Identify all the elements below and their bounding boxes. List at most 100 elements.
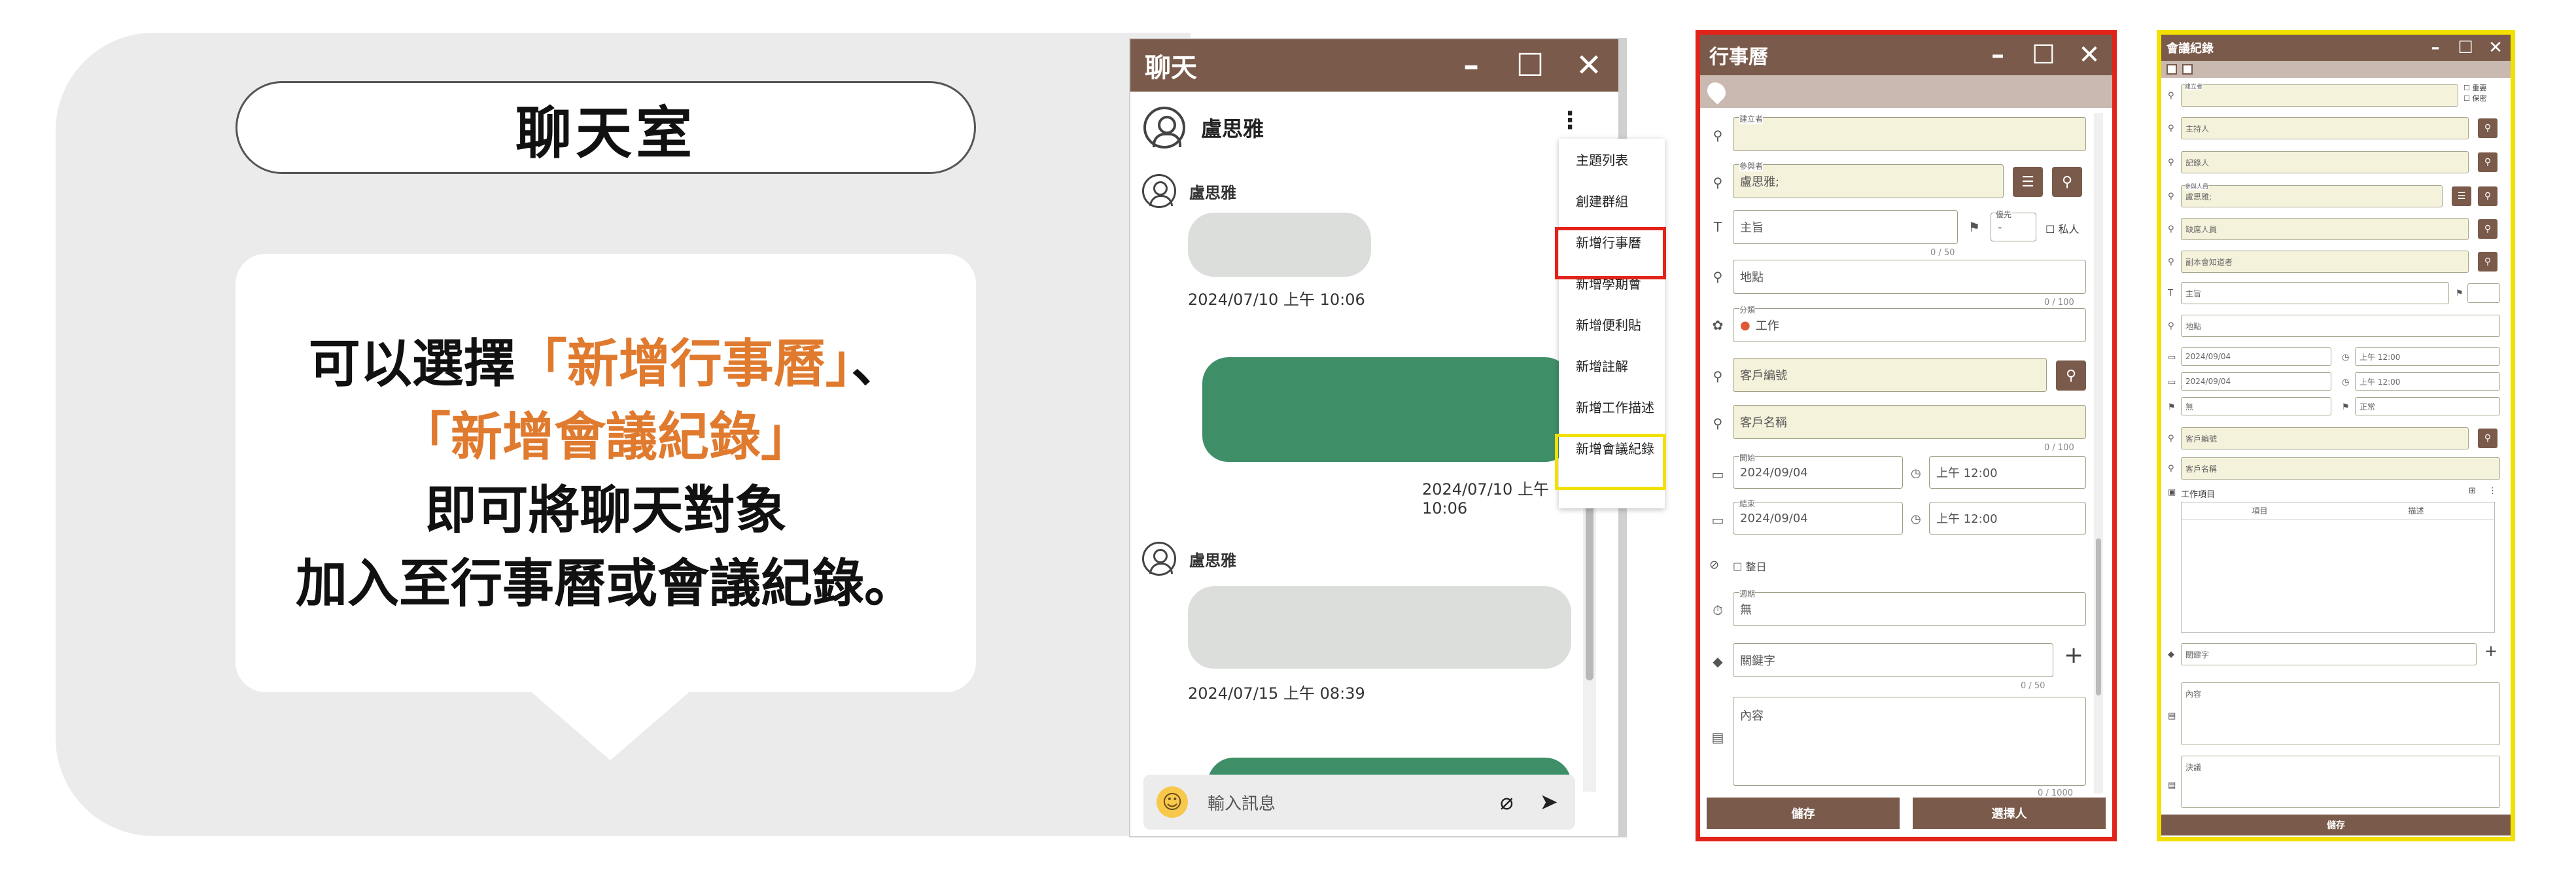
- subject-input[interactable]: 主旨: [2181, 282, 2449, 304]
- scrollbar-thumb[interactable]: [1586, 491, 1593, 680]
- maximize-button[interactable]: ☐: [1501, 47, 1559, 84]
- keyword-input[interactable]: 關鍵字: [2181, 643, 2477, 665]
- end-time-input[interactable]: 上午 12:00: [2355, 372, 2500, 391]
- location-input[interactable]: 地點: [2181, 315, 2500, 337]
- palette-icon: ✿: [1712, 317, 1724, 333]
- minimize-button[interactable]: –: [1975, 40, 2021, 70]
- calendar-icon: ▭: [2168, 378, 2176, 387]
- recorder-field[interactable]: 記錄人: [2181, 151, 2469, 173]
- private-label: 私人: [2058, 223, 2080, 236]
- subject-input[interactable]: 主旨: [1733, 210, 1958, 244]
- more-options-icon[interactable]: ⋮: [1558, 107, 1582, 134]
- host-add-button[interactable]: ⚲: [2478, 118, 2498, 138]
- organizer-field[interactable]: [1733, 117, 2086, 151]
- content-textarea[interactable]: 內容: [1733, 697, 2086, 786]
- resolution-icon: ▤: [2168, 781, 2176, 790]
- message-input-bar[interactable]: ☺ 輸入訊息 ⌀ ➤: [1143, 775, 1575, 830]
- menu-item-new-sticky-note[interactable]: 新增便利貼: [1559, 304, 1665, 345]
- close-button[interactable]: ✕: [1559, 47, 1618, 84]
- cc-field[interactable]: 副本會知道者: [2181, 251, 2469, 273]
- start-date-input[interactable]: 2024/09/04: [2181, 347, 2331, 366]
- more-options-icon[interactable]: ⋮: [2488, 486, 2497, 496]
- client-code-field[interactable]: 客戶編號: [1733, 358, 2047, 392]
- keyword-input[interactable]: 關鍵字: [1733, 643, 2053, 677]
- private-checkbox[interactable]: ☐ 私人: [2045, 220, 2079, 236]
- address-book-button[interactable]: ☰: [2452, 186, 2471, 206]
- organizer-field[interactable]: [2181, 84, 2458, 107]
- close-button[interactable]: ✕: [2066, 40, 2112, 70]
- menu-item-topics[interactable]: 主題列表: [1559, 139, 1665, 180]
- all-day-checkbox[interactable]: ☐ 整日: [1733, 558, 1766, 574]
- pin-icon[interactable]: [1703, 79, 1730, 105]
- location-input[interactable]: 地點: [1733, 260, 2086, 294]
- page: 聊天室 可以選擇「新增行事曆」、 「新增會議紀錄」 即可將聊天對象 加入至行事曆…: [0, 0, 2576, 878]
- calendar-scrollbar[interactable]: [2094, 113, 2103, 794]
- recorder-add-button[interactable]: ⚲: [2478, 152, 2498, 172]
- column-header-item: 項目: [2252, 506, 2268, 516]
- avatar: [1143, 107, 1185, 149]
- cc-add-button[interactable]: ⚲: [2478, 252, 2498, 272]
- participants-field[interactable]: 盧思雅;: [1733, 164, 2004, 198]
- attachment-icon[interactable]: ⌀: [1500, 789, 1513, 815]
- priority-select[interactable]: 正常: [2355, 397, 2500, 415]
- start-time-input[interactable]: 上午 12:00: [1929, 456, 2086, 489]
- client-search-button[interactable]: ⚲: [2056, 360, 2086, 391]
- end-date-input[interactable]: 2024/09/04: [2181, 372, 2331, 391]
- important-label: 重要: [2472, 84, 2487, 92]
- confidential-checkbox[interactable]: ☐ 保密: [2463, 94, 2486, 104]
- priority-mini-select[interactable]: [2467, 283, 2500, 303]
- resolution-textarea[interactable]: 決議: [2181, 756, 2500, 808]
- chat-window: 聊天 – ☐ ✕ 盧思雅 ⋮ 盧思雅 2024/07/10 上午 10:06 2…: [1129, 38, 1620, 837]
- minimize-button[interactable]: –: [1442, 47, 1501, 84]
- pin-icon[interactable]: [2182, 64, 2193, 75]
- location-icon: ⚲: [1713, 269, 1723, 285]
- scrollbar-thumb[interactable]: [2096, 538, 2101, 695]
- message-bubble[interactable]: [1188, 586, 1571, 669]
- add-keyword-icon[interactable]: +: [2064, 642, 2083, 669]
- add-person-button[interactable]: ⚲: [2478, 186, 2498, 206]
- select-people-button[interactable]: 選擇人: [1913, 798, 2106, 829]
- host-field[interactable]: 主持人: [2181, 117, 2469, 139]
- add-person-button[interactable]: ⚲: [2052, 167, 2082, 197]
- end-date-input[interactable]: 2024/09/04: [1733, 502, 1903, 535]
- work-items-label: 工作項目: [2181, 490, 2216, 500]
- content-counter: 0 / 1000: [2038, 788, 2073, 798]
- save-button[interactable]: 儲存: [1707, 798, 1900, 829]
- sender-name: 盧思雅: [1189, 183, 1236, 202]
- client-search-button[interactable]: ⚲: [2478, 429, 2498, 448]
- menu-item-new-work-description[interactable]: 新增工作描述: [1559, 386, 1665, 427]
- add-keyword-icon[interactable]: +: [2484, 642, 2498, 660]
- category-select[interactable]: ● 工作: [1733, 308, 2086, 342]
- absent-add-button[interactable]: ⚲: [2478, 219, 2498, 239]
- absent-field[interactable]: 缺席人員: [2181, 218, 2469, 240]
- close-button[interactable]: ✕: [2480, 38, 2511, 58]
- menu-item-new-note[interactable]: 新增註解: [1559, 345, 1665, 386]
- message-input[interactable]: 輸入訊息: [1208, 790, 1276, 815]
- save-button[interactable]: 儲存: [2161, 815, 2511, 835]
- content-icon: ▤: [2168, 711, 2176, 721]
- address-book-button[interactable]: ☰: [2013, 167, 2043, 197]
- send-icon[interactable]: ➤: [1540, 789, 1559, 815]
- message-bubble[interactable]: [1188, 213, 1371, 277]
- emoji-icon[interactable]: ☺: [1157, 786, 1188, 818]
- export-icon[interactable]: [2167, 64, 2177, 75]
- add-item-icon[interactable]: ⊞: [2469, 486, 2476, 496]
- client-code-field[interactable]: 客戶編號: [2181, 427, 2469, 449]
- repeat-select[interactable]: 無: [1733, 592, 2086, 626]
- minimize-button[interactable]: –: [2420, 38, 2450, 58]
- message-bubble-own[interactable]: [1202, 357, 1571, 462]
- client-name-field[interactable]: 客戶名稱: [1733, 405, 2086, 439]
- important-checkbox[interactable]: ☐ 重要: [2463, 83, 2486, 94]
- content-textarea[interactable]: 內容: [2181, 682, 2500, 745]
- message-timestamp: 2024/07/15 上午 08:39: [1188, 684, 1365, 703]
- client-name-field[interactable]: 客戶名稱: [2181, 457, 2500, 480]
- start-time-input[interactable]: 上午 12:00: [2355, 347, 2500, 366]
- start-date-input[interactable]: 2024/09/04: [1733, 456, 1903, 489]
- repeat-select[interactable]: 無: [2181, 397, 2331, 415]
- maximize-button[interactable]: ☐: [2021, 40, 2066, 70]
- menu-item-create-group[interactable]: 創建群組: [1559, 180, 1665, 221]
- calendar-highlight-frame: 行事曆 – ☐ ✕ ⚲ 建立者 ⚲ 盧思雅; 參與者 ☰ ⚲ T 主旨 0 / …: [1696, 30, 2117, 841]
- end-time-input[interactable]: 上午 12:00: [1929, 502, 2086, 535]
- maximize-button[interactable]: ☐: [2450, 38, 2480, 58]
- participants-field[interactable]: 盧思雅;: [2181, 185, 2443, 207]
